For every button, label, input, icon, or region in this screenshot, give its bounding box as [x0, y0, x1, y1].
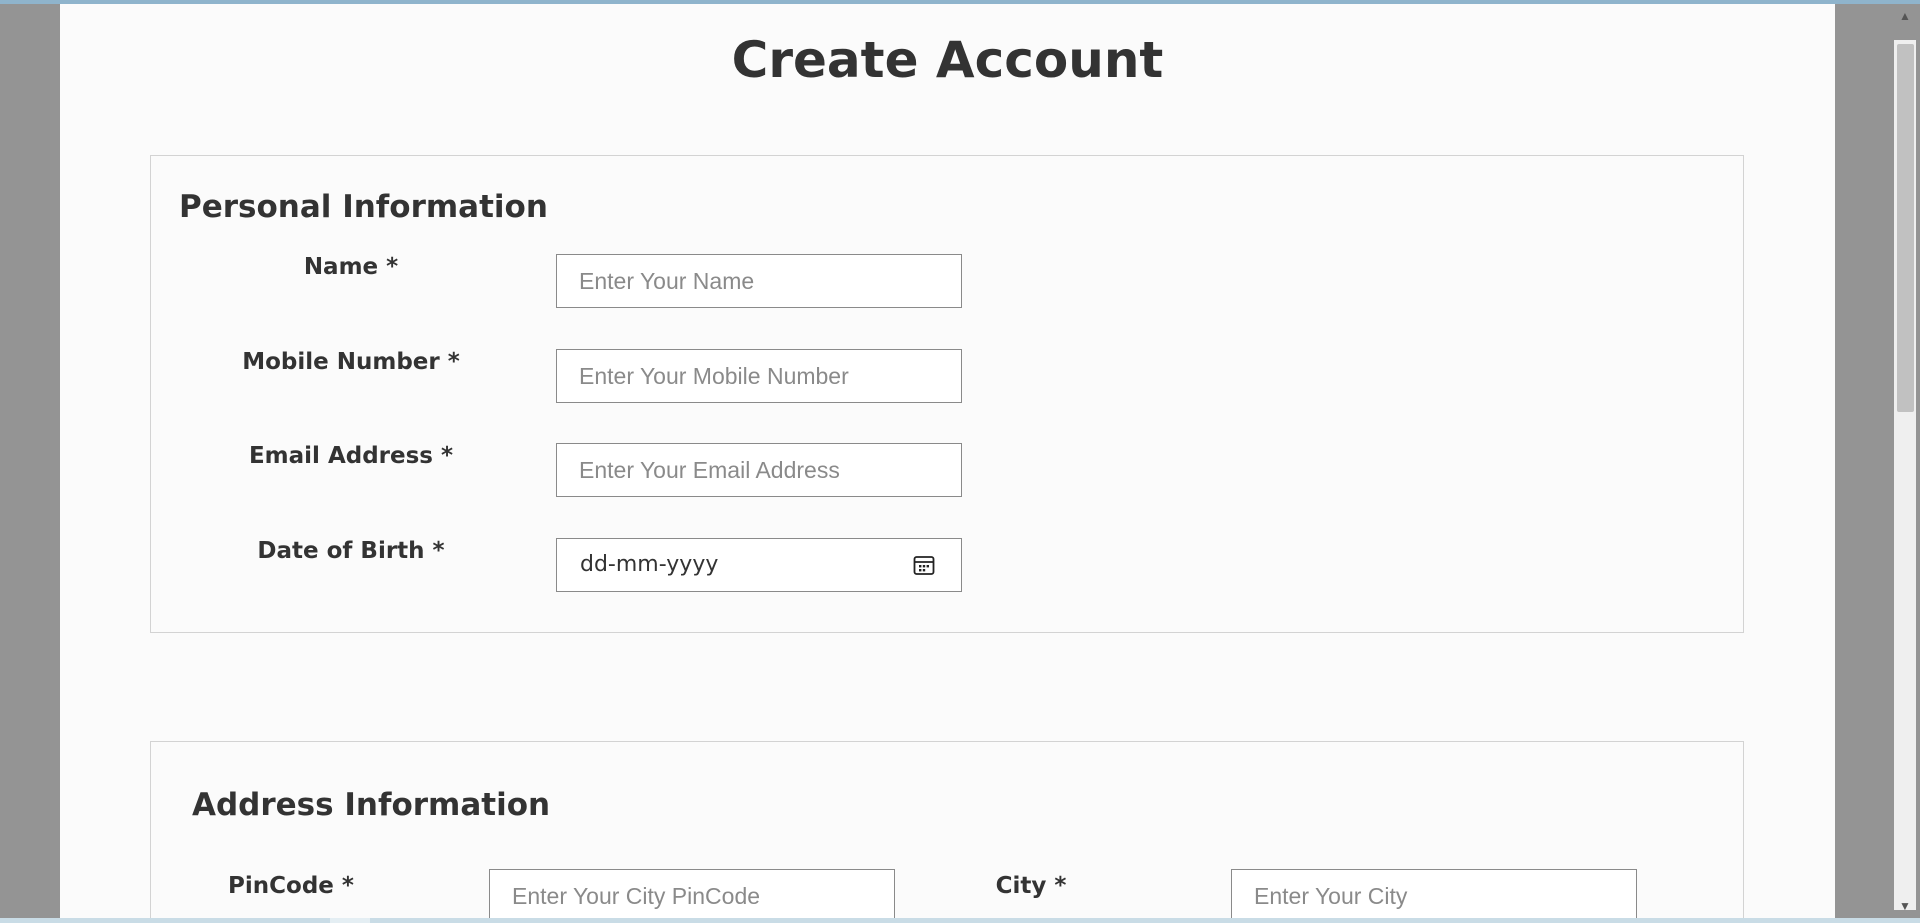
date-of-birth-label: Date of Birth * [257, 538, 445, 564]
city-label: City * [995, 873, 1067, 899]
address-information-section: Address Information PinCode * City * [150, 741, 1744, 918]
scrollbar-thumb[interactable] [1897, 44, 1914, 412]
personal-information-heading: Personal Information [179, 189, 548, 225]
name-input[interactable] [556, 254, 962, 308]
page-title: Create Account [731, 31, 1164, 89]
email-address-label: Email Address * [248, 443, 454, 469]
mobile-number-input[interactable] [556, 349, 962, 403]
window-bottom-border [0, 918, 1920, 923]
pincode-label: PinCode * [228, 873, 354, 899]
date-of-birth-input[interactable]: dd-mm-yyyy [556, 538, 962, 592]
mobile-number-label: Mobile Number * [242, 349, 460, 375]
pincode-input[interactable] [489, 869, 895, 918]
calendar-icon[interactable] [912, 553, 936, 577]
city-input[interactable] [1231, 869, 1637, 918]
personal-information-section: Personal Information Name * Mobile Numbe… [150, 155, 1744, 633]
name-label: Name * [303, 254, 399, 280]
date-of-birth-value: dd-mm-yyyy [580, 552, 719, 577]
page-container: Create Account Personal Information Name… [60, 4, 1835, 918]
arrow-down-icon[interactable]: ▼ [1897, 898, 1913, 914]
arrow-up-icon[interactable]: ▲ [1897, 8, 1913, 24]
address-information-heading: Address Information [192, 787, 551, 823]
email-address-input[interactable] [556, 443, 962, 497]
